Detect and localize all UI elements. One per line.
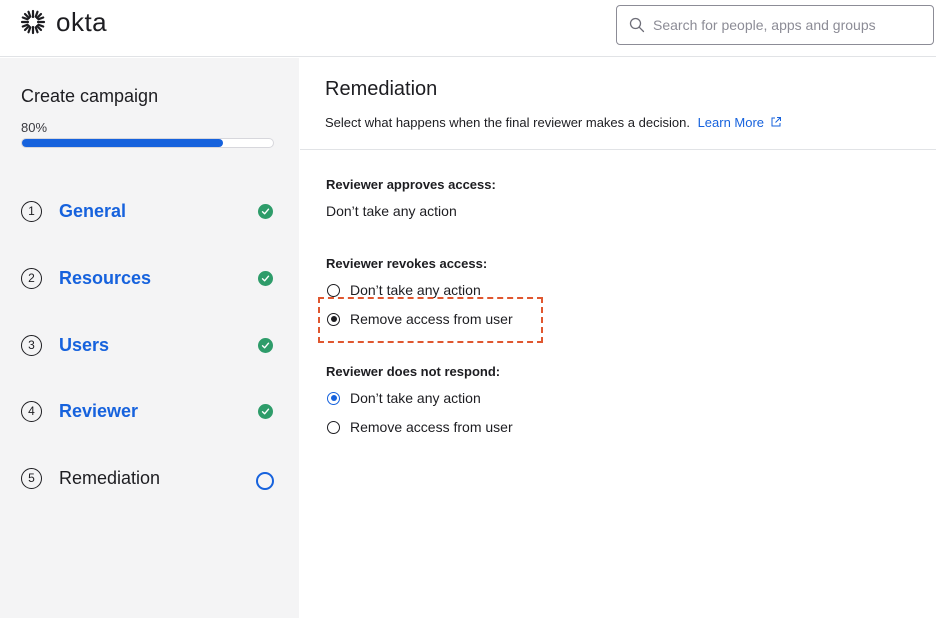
radio-label: Remove access from user xyxy=(350,419,513,435)
learn-more-label: Learn More xyxy=(697,115,765,130)
sidebar-title: Create campaign xyxy=(21,86,159,106)
step-label[interactable]: General xyxy=(59,201,126,222)
no-response-option-no-action[interactable]: Don’t take any action xyxy=(327,388,481,408)
step-label[interactable]: Users xyxy=(59,335,109,356)
description-text: Select what happens when the final revie… xyxy=(325,115,690,130)
check-circle-icon xyxy=(258,403,273,419)
search-input[interactable] xyxy=(653,17,923,33)
page-description: Select what happens when the final revie… xyxy=(325,115,782,130)
step-reviewer[interactable]: 4 Reviewer xyxy=(21,396,281,426)
search-box[interactable] xyxy=(616,5,934,45)
approves-label: Reviewer approves access: xyxy=(326,177,496,192)
step-number: 3 xyxy=(21,334,42,356)
step-number: 2 xyxy=(21,267,42,289)
no-response-option-remove-access[interactable]: Remove access from user xyxy=(327,417,513,437)
pending-circle-icon xyxy=(256,472,274,490)
learn-more-link[interactable]: Learn More xyxy=(698,115,782,130)
radio-label: Don’t take any action xyxy=(350,390,481,406)
radio-button[interactable] xyxy=(327,283,340,297)
revokes-label: Reviewer revokes access: xyxy=(326,256,488,271)
remediation-panel: Remediation Select what happens when the… xyxy=(300,58,936,618)
step-general[interactable]: 1 General xyxy=(21,196,281,226)
highlight-annotation xyxy=(318,297,543,343)
step-remediation[interactable]: 5 Remediation xyxy=(21,463,281,493)
search-icon xyxy=(629,17,645,33)
okta-sunburst-icon xyxy=(20,9,46,35)
radio-button[interactable] xyxy=(327,420,340,434)
check-circle-icon xyxy=(258,270,273,286)
campaign-sidebar: Create campaign 80% 1 General 2 Resource… xyxy=(0,58,299,618)
section-divider xyxy=(300,149,936,150)
radio-label: Don’t take any action xyxy=(350,282,481,298)
check-circle-icon xyxy=(258,203,273,219)
progress-bar xyxy=(21,138,274,148)
step-label[interactable]: Reviewer xyxy=(59,401,138,422)
step-resources[interactable]: 2 Resources xyxy=(21,263,281,293)
approves-value: Don’t take any action xyxy=(326,203,457,219)
page-title: Remediation xyxy=(325,78,438,100)
check-circle-icon xyxy=(258,337,273,353)
okta-logo[interactable]: okta xyxy=(20,9,107,35)
step-label[interactable]: Remediation xyxy=(59,468,160,489)
no-response-label: Reviewer does not respond: xyxy=(326,364,501,379)
step-number: 5 xyxy=(21,467,42,489)
step-number: 1 xyxy=(21,200,42,222)
top-header: okta xyxy=(0,0,936,57)
logo-text: okta xyxy=(56,7,108,37)
step-label[interactable]: Resources xyxy=(59,268,151,289)
progress-bar-fill xyxy=(22,139,223,147)
external-link-icon xyxy=(771,117,782,127)
step-users[interactable]: 3 Users xyxy=(21,330,281,360)
radio-button-selected[interactable] xyxy=(327,391,340,405)
step-number: 4 xyxy=(21,400,42,422)
progress-percent: 80% xyxy=(21,120,48,135)
